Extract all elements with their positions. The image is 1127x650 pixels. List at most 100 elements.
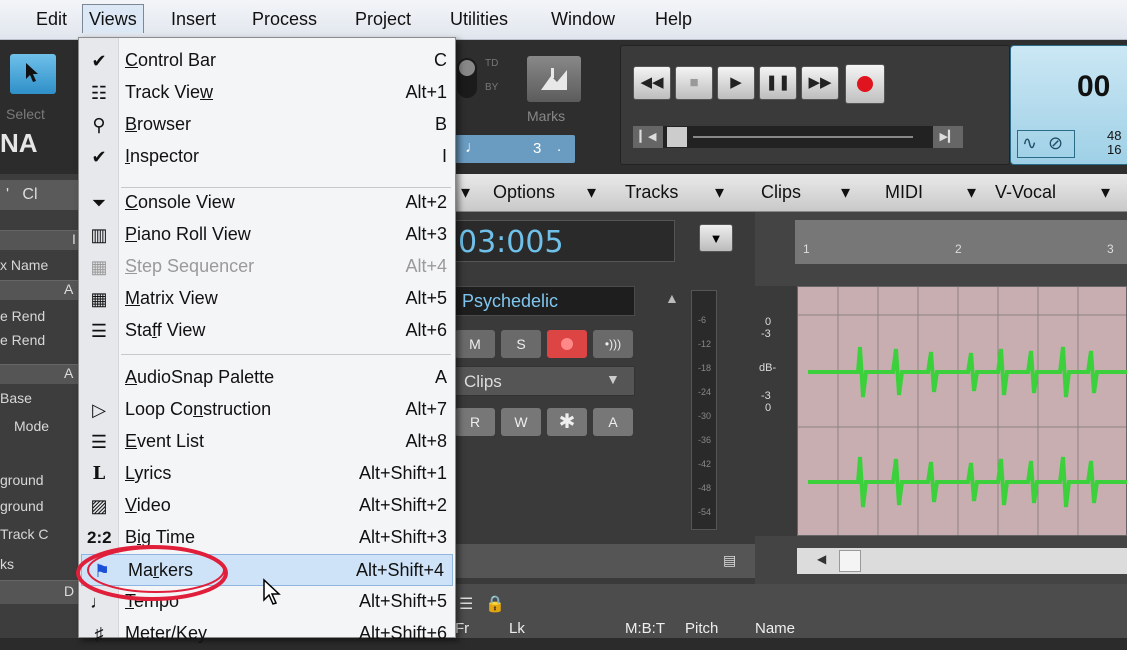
matrix-icon: ▦: [90, 289, 108, 309]
tracks-arrow[interactable]: ▾: [715, 182, 724, 203]
menu-item-inspector[interactable]: ✔ Inspector I: [79, 141, 455, 173]
menu-item-shortcut: Alt+6: [405, 320, 447, 340]
lyrics-icon: L: [92, 463, 106, 484]
video-icon: ▨: [90, 496, 108, 516]
marks-button[interactable]: [527, 56, 581, 102]
label-part: Loop Co: [125, 399, 194, 419]
track-view-menu: ▾ Options ▾ Tracks ▾ Clips ▾ MIDI ▾ V-Vo…: [455, 174, 1127, 212]
menu-item-event-list[interactable]: ☰ Event List Alt+8: [79, 426, 455, 458]
menu-project[interactable]: Project: [355, 9, 411, 30]
arm-record-button[interactable]: [547, 330, 587, 358]
render-label: e Rend: [0, 332, 46, 348]
archive-button[interactable]: A: [593, 408, 633, 436]
label-accelerator: n: [193, 399, 204, 419]
menu-item-shortcut: Alt+1: [405, 82, 447, 102]
menu-item-label: Track View: [125, 82, 213, 103]
piano-roll-icon: ▥: [90, 225, 108, 245]
pause-button[interactable]: ❚❚: [759, 66, 797, 100]
rewind-button[interactable]: ◀◀: [633, 66, 671, 100]
menu-insert[interactable]: Insert: [171, 9, 216, 30]
scroll-thumb[interactable]: [839, 550, 861, 572]
menu-item-label: Control Bar: [125, 50, 216, 71]
menu-item-video[interactable]: ▨ Video Alt+Shift+2: [79, 490, 455, 522]
label-part: iano Roll View: [137, 224, 251, 244]
snap-control[interactable]: ♩ 3 .: [455, 135, 575, 163]
label-accelerator: P: [125, 224, 138, 244]
options-arrow[interactable]: ▾: [587, 182, 596, 203]
waveform: [798, 287, 1127, 537]
label-accelerator: C: [125, 192, 138, 212]
menu-clips[interactable]: Clips: [761, 182, 801, 203]
collapse-icon[interactable]: ▲: [665, 290, 679, 306]
position-slider[interactable]: ▎◀ ▶▎: [633, 126, 963, 148]
menu-item-piano-roll-view[interactable]: ▥ Piano Roll View Alt+3: [79, 219, 455, 251]
slider-thumb[interactable]: [667, 127, 687, 147]
menu-tracks[interactable]: Tracks: [625, 182, 678, 203]
go-end-icon[interactable]: ▶▎: [933, 126, 963, 148]
menu-item-console-view[interactable]: ⏷ Console View Alt+2: [79, 187, 455, 219]
label-accelerator: V: [125, 495, 137, 515]
v-vocal-arrow[interactable]: ▾: [1101, 182, 1110, 203]
record-button[interactable]: [845, 64, 885, 104]
clips-dropdown[interactable]: Clips ▼: [455, 366, 635, 396]
menu-item-staff-view[interactable]: ☰ Staff View Alt+6: [79, 315, 455, 347]
write-automation-button[interactable]: W: [501, 408, 541, 436]
menu-item-matrix-view[interactable]: ▦ Matrix View Alt+5: [79, 283, 455, 315]
menu-utilities[interactable]: Utilities: [450, 9, 508, 30]
col-lk: Lk: [509, 620, 525, 637]
col-fr: Fr: [455, 620, 470, 637]
scroll-icon[interactable]: ▤: [723, 552, 736, 569]
menu-options[interactable]: Options: [493, 182, 555, 203]
meter-tick-label: -30: [698, 411, 712, 421]
menu-item-step-sequencer[interactable]: ▦ Step Sequencer Alt+4: [79, 251, 455, 283]
menu-item-lyrics[interactable]: L Lyrics Alt+Shift+1: [79, 458, 455, 490]
solo-button[interactable]: S: [501, 330, 541, 358]
menu-item-label: Matrix View: [125, 288, 218, 309]
read-automation-button[interactable]: R: [455, 408, 495, 436]
label-part: udioSnap Palette: [137, 367, 275, 387]
midi-arrow[interactable]: ▾: [967, 182, 976, 203]
menu-item-track-view[interactable]: ☷ Track View Alt+1: [79, 77, 455, 109]
menu-midi[interactable]: MIDI: [885, 182, 923, 203]
expand-button[interactable]: ▼: [699, 224, 733, 252]
toggle-switch[interactable]: [457, 58, 477, 98]
fast-forward-button[interactable]: ▶▶: [801, 66, 839, 100]
label-part: tep Sequencer: [137, 256, 255, 276]
select-tool-button[interactable]: [10, 54, 56, 94]
list-icon[interactable]: ☰: [459, 594, 473, 614]
stop-button[interactable]: ■: [675, 66, 713, 100]
menu-item-audiosnap-palette[interactable]: AudioSnap Palette A: [79, 362, 455, 394]
menu-item-label: Piano Roll View: [125, 224, 251, 245]
logo-text: NA: [0, 128, 38, 158]
dropdown-arrow[interactable]: ▾: [461, 182, 470, 203]
audio-clip[interactable]: [797, 286, 1127, 537]
play-button[interactable]: ▶: [717, 66, 755, 100]
menu-item-shortcut: Alt+Shift+2: [358, 495, 447, 515]
clips-arrow[interactable]: ▾: [841, 182, 850, 203]
horizontal-scrollbar[interactable]: ◀: [797, 548, 1127, 574]
menu-window[interactable]: Window: [551, 9, 615, 30]
go-start-icon[interactable]: ▎◀: [633, 126, 663, 148]
menu-item-shortcut: Alt+4: [405, 256, 447, 276]
menu-v-vocal[interactable]: V-Vocal: [995, 182, 1056, 203]
menu-process[interactable]: Process: [252, 9, 317, 30]
menu-item-browser[interactable]: ⚲ Browser B: [79, 109, 455, 141]
lock-icon[interactable]: 🔒: [485, 594, 505, 614]
mouse-pointer-icon: [263, 578, 281, 605]
input-echo-button[interactable]: •))): [593, 330, 633, 358]
menu-views[interactable]: Views: [82, 4, 144, 33]
menu-item-shortcut: C: [434, 50, 447, 70]
menu-help[interactable]: Help: [655, 9, 692, 30]
label-part: nspector: [130, 146, 200, 166]
track-name-field[interactable]: Psychedelic: [455, 286, 635, 316]
label-part: Track Vie: [125, 82, 201, 102]
menu-item-meter-key[interactable]: ♯ Meter/Key Alt+Shift+6: [79, 618, 455, 650]
menu-item-loop-construction[interactable]: ▷ Loop Construction Alt+7: [79, 394, 455, 426]
mute-button[interactable]: M: [455, 330, 495, 358]
label-part: Meter/Key: [125, 623, 208, 643]
menu-item-control-bar[interactable]: ✔ Control Bar C: [79, 45, 455, 77]
menu-edit[interactable]: Edit: [36, 9, 67, 30]
star-icon[interactable]: ✱: [547, 408, 587, 436]
console-icon: ⏷: [91, 193, 107, 213]
ci-tab[interactable]: ' Cl: [0, 180, 80, 210]
